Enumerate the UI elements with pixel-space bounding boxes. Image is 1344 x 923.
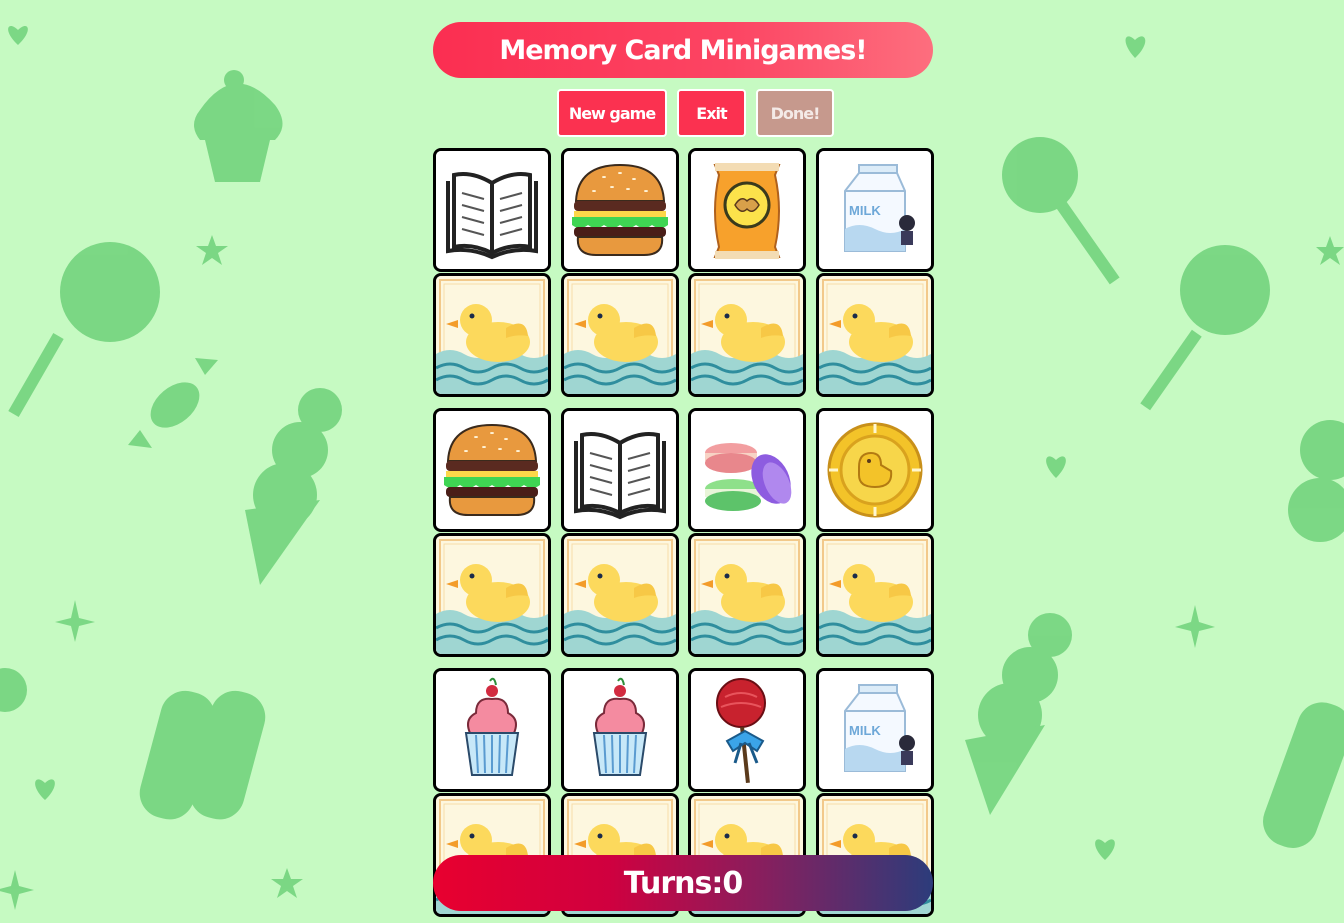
burger-icon [564, 151, 676, 269]
duck-card-back [436, 276, 548, 394]
card-face-down[interactable] [561, 533, 679, 657]
card-face-up[interactable]: MILK [816, 668, 934, 792]
page-title: Memory Card Minigames! [499, 34, 867, 66]
new-game-button[interactable]: New game [557, 89, 667, 137]
done-button[interactable]: Done! [756, 89, 834, 137]
book-icon [436, 151, 548, 269]
ice-cream-icon [1288, 420, 1344, 542]
star-icon [196, 235, 228, 265]
macarons-icon [691, 411, 803, 529]
card-face-down[interactable] [816, 273, 934, 397]
card-face-up[interactable] [688, 408, 806, 532]
lollipop-icon [8, 242, 160, 417]
milk-icon: MILK [819, 151, 931, 269]
book-icon [564, 411, 676, 529]
card-face-up[interactable]: MILK [816, 148, 934, 272]
title-banner: Memory Card Minigames! [433, 22, 933, 78]
popsicle-icon [139, 690, 266, 820]
turns-counter: Turns:0 [623, 865, 743, 901]
candy-icon [128, 358, 218, 448]
heart-icon [1125, 36, 1146, 58]
chips-icon [691, 151, 803, 269]
cupcake-icon [194, 70, 283, 182]
popsicle-icon [1263, 702, 1344, 849]
duck-card-back [436, 536, 548, 654]
ice-cream-icon [0, 668, 27, 712]
lollipop-icon [691, 671, 803, 789]
duck-card-back [564, 276, 676, 394]
sparkle-icon [0, 870, 34, 910]
duck-card-back [819, 536, 931, 654]
duck-card-back [819, 276, 931, 394]
card-face-down[interactable] [433, 273, 551, 397]
card-face-up[interactable] [433, 668, 551, 792]
card-face-down[interactable] [688, 273, 806, 397]
lollipop-icon [1140, 245, 1270, 411]
card-face-down[interactable] [561, 273, 679, 397]
ice-cream-icon [245, 388, 342, 585]
card-face-up[interactable] [561, 148, 679, 272]
heart-icon [1095, 839, 1115, 860]
duck-card-back [691, 276, 803, 394]
ice-cream-icon [965, 613, 1072, 815]
milk-label: MILK [849, 723, 881, 738]
sparkle-icon [55, 600, 95, 642]
cupcake-icon [564, 671, 676, 789]
lollipop-icon [1002, 137, 1120, 285]
exit-button[interactable]: Exit [677, 89, 746, 137]
heart-icon [1046, 456, 1066, 478]
star-icon [271, 868, 303, 898]
card-face-up[interactable] [433, 408, 551, 532]
duck-coin-icon [819, 411, 931, 529]
sparkle-icon [1175, 605, 1215, 648]
card-face-down[interactable] [688, 533, 806, 657]
turns-counter-bar: Turns:0 [433, 855, 933, 911]
duck-card-back [564, 536, 676, 654]
card-face-up[interactable] [433, 148, 551, 272]
cupcake-icon [436, 671, 548, 789]
card-face-up[interactable] [561, 408, 679, 532]
heart-icon [35, 779, 55, 800]
card-face-up[interactable] [816, 408, 934, 532]
duck-card-back [691, 536, 803, 654]
star-icon [1316, 236, 1344, 265]
card-face-down[interactable] [433, 533, 551, 657]
card-face-up[interactable] [688, 148, 806, 272]
milk-icon: MILK [819, 671, 931, 789]
card-face-down[interactable] [816, 533, 934, 657]
heart-icon [8, 25, 28, 45]
burger-icon [436, 411, 548, 529]
card-face-up[interactable] [688, 668, 806, 792]
milk-label: MILK [849, 203, 881, 218]
card-face-up[interactable] [561, 668, 679, 792]
